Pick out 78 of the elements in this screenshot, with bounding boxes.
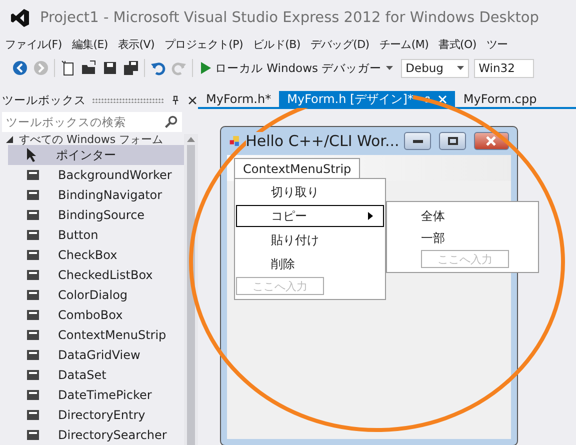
save-all-icon[interactable] <box>123 60 139 76</box>
expander-icon[interactable] <box>6 136 13 143</box>
start-debugger-button[interactable]: ローカル Windows デバッガー <box>198 60 396 76</box>
caret-icon <box>386 66 393 70</box>
minimize-button[interactable] <box>404 132 432 150</box>
submenu-arrow-icon <box>368 212 373 220</box>
menu-item[interactable]: 一部 <box>387 228 538 248</box>
caret-icon <box>456 66 464 70</box>
component-icon <box>26 348 40 362</box>
component-icon <box>26 268 40 282</box>
toolbox-item[interactable]: CheckedListBox <box>8 265 184 285</box>
pin-icon[interactable] <box>170 94 181 106</box>
component-icon <box>26 248 40 262</box>
component-icon <box>26 188 40 202</box>
save-icon[interactable] <box>102 60 118 76</box>
back-icon[interactable] <box>12 60 28 76</box>
window-title: Project1 - Microsoft Visual Studio Express 2012 for Windows Desktop <box>40 10 539 26</box>
toolbox-item[interactable]: DataSet <box>8 365 184 385</box>
toolbox-item[interactable]: CheckBox <box>8 245 184 265</box>
component-icon <box>26 428 40 442</box>
toolbox-item[interactable]: DataGridView <box>8 345 184 365</box>
document-tab[interactable]: MyForm.h* <box>198 91 280 107</box>
toolbox-item[interactable]: BindingSource <box>8 205 184 225</box>
menu-item[interactable]: デバッグ(D) <box>305 36 374 52</box>
component-icon <box>26 388 40 402</box>
toolbox-item[interactable]: DirectoryEntry <box>8 405 184 425</box>
form-icon <box>229 134 241 148</box>
toolbox-item[interactable]: DirectorySearcher <box>8 425 184 445</box>
toolbox-item[interactable]: ContextMenuStrip <box>8 325 184 345</box>
menu-item[interactable]: ビルド(B) <box>248 36 306 52</box>
document-tab[interactable]: MyForm.cpp <box>455 91 545 107</box>
close-icon[interactable] <box>187 94 198 106</box>
logo-icon <box>10 8 30 28</box>
toolbox-item[interactable]: ポインター <box>8 145 184 165</box>
menu-item[interactable]: 削除 <box>236 253 384 275</box>
scroll-up-icon[interactable] <box>187 137 195 142</box>
menu-item[interactable]: 表示(V) <box>112 36 160 52</box>
component-icon <box>26 228 40 242</box>
menu-item[interactable]: 書式(O) <box>434 36 482 52</box>
pointer-icon <box>26 148 38 162</box>
component-icon <box>26 328 40 342</box>
search-field[interactable]: ツールボックスの検索 <box>2 112 182 132</box>
component-icon <box>26 208 40 222</box>
search-icon[interactable] <box>164 115 178 129</box>
maximize-button[interactable] <box>439 132 466 150</box>
undo-icon[interactable] <box>150 60 166 76</box>
play-icon <box>201 62 211 74</box>
strip-label: ContextMenuStrip <box>234 158 360 179</box>
group-header[interactable]: すべての Windows フォーム <box>0 134 184 145</box>
close-icon <box>485 136 498 146</box>
toolbox-item[interactable]: DateTimePicker <box>8 385 184 405</box>
toolbox-item[interactable]: Button <box>8 225 184 245</box>
menu-item[interactable]: コピー <box>236 205 384 227</box>
platform-dropdown[interactable]: Win32 <box>474 58 534 78</box>
toolbox-item[interactable]: BindingNavigator <box>8 185 184 205</box>
menu-item[interactable]: 編集(E) <box>66 36 113 52</box>
menu-item[interactable]: ファイル(F) <box>0 36 67 52</box>
minimize-icon <box>412 140 423 142</box>
panel-title: ツールボックス <box>2 92 86 108</box>
configuration-dropdown[interactable]: Debug <box>400 58 469 78</box>
menu-item[interactable]: 切り取り <box>236 181 384 203</box>
component-icon <box>26 168 40 182</box>
menu-item[interactable]: 貼り付け <box>236 229 384 251</box>
menu-item[interactable]: 全体 <box>387 206 538 226</box>
component-icon <box>26 288 40 302</box>
toolbox-item[interactable]: ComboBox <box>8 305 184 325</box>
new-project-icon[interactable] <box>60 60 76 76</box>
menu-item[interactable]: チーム(M) <box>374 36 434 52</box>
toolbox-item[interactable]: BackgroundWorker <box>8 165 184 185</box>
component-icon <box>26 308 40 322</box>
open-icon[interactable] <box>81 60 97 76</box>
component-icon <box>26 368 40 382</box>
menu-item[interactable]: ツー <box>481 36 513 52</box>
menu-item[interactable]: プロジェクト(P) <box>159 36 248 52</box>
form-title: Hello C++/CLI Wor... <box>246 132 400 150</box>
toolbox-item[interactable]: ColorDialog <box>8 285 184 305</box>
component-icon <box>26 408 40 422</box>
maximize-icon <box>448 137 458 145</box>
